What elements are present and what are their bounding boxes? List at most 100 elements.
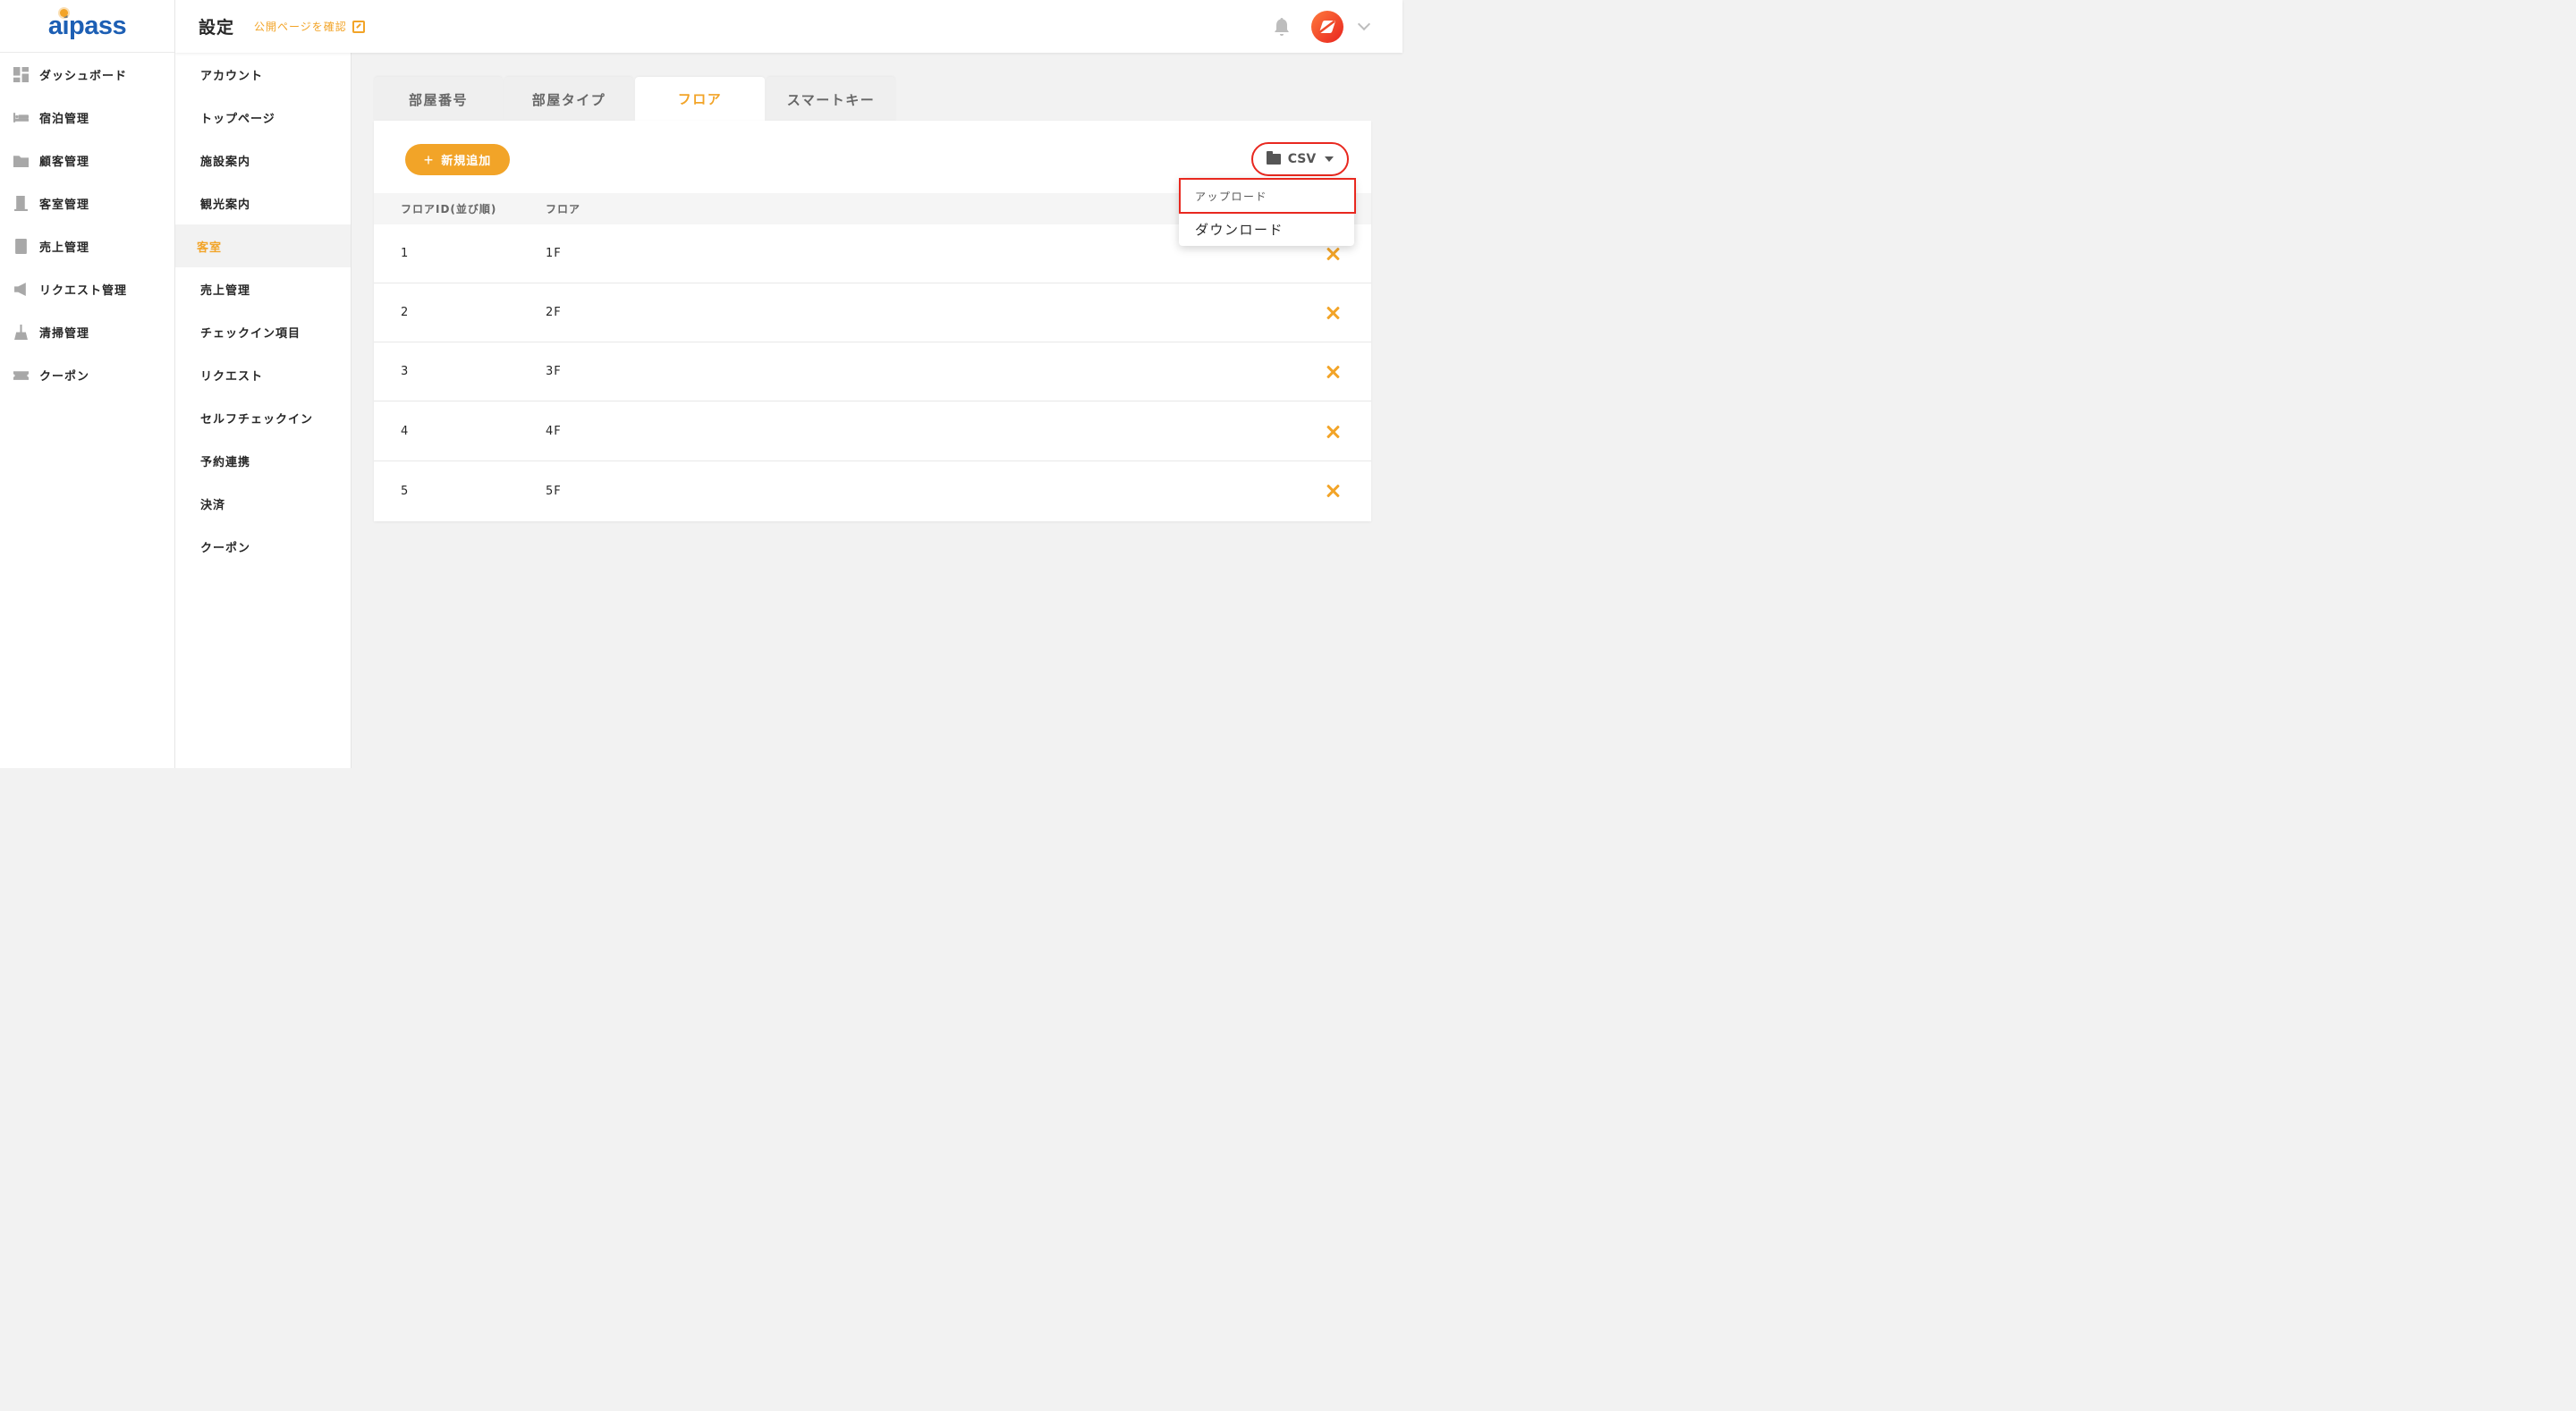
page-title: 設定 xyxy=(199,18,235,38)
top-header: 設定 公開ページを確認 xyxy=(175,0,1402,53)
subnav-item-label: チェックイン項目 xyxy=(200,326,301,341)
floor-cell: 5F xyxy=(546,484,562,498)
subnav-item-payment[interactable]: 決済 xyxy=(175,482,351,525)
floor-id-cell: 5 xyxy=(401,484,409,498)
subnav-item-coupons[interactable]: クーポン xyxy=(175,525,351,568)
floor-cell: 1F xyxy=(546,247,562,260)
csv-download-menu-item[interactable]: ダウンロード xyxy=(1179,214,1354,244)
sidebar-item-label: ダッシュボード xyxy=(39,69,128,83)
sidebar-item-label: 清掃管理 xyxy=(39,326,90,341)
door-icon xyxy=(13,195,29,211)
broom-icon xyxy=(13,324,29,340)
caret-down-icon xyxy=(1325,156,1335,162)
csv-download-label: ダウンロード xyxy=(1195,221,1284,238)
csv-upload-label: アップロード xyxy=(1195,190,1268,203)
sidebar-item-label: 客室管理 xyxy=(39,198,90,212)
delete-icon[interactable] xyxy=(1324,423,1342,441)
dashboard-icon xyxy=(13,66,29,82)
sidebar-item-stay[interactable]: 宿泊管理 xyxy=(0,96,174,139)
column-header-floor-id: フロアID(並び順) xyxy=(401,203,497,215)
subnav-item-top-page[interactable]: トップページ xyxy=(175,96,351,139)
customer-folder-icon xyxy=(13,153,29,167)
tab-floor[interactable]: フロア xyxy=(635,77,765,122)
subnav-item-label: トップページ xyxy=(200,112,275,126)
bell-icon[interactable] xyxy=(1274,18,1290,36)
megaphone-icon xyxy=(13,282,29,296)
sidebar-item-dashboard[interactable]: ダッシュボード xyxy=(0,53,174,96)
delete-icon[interactable] xyxy=(1324,482,1342,500)
tab-room-type[interactable]: 部屋タイプ xyxy=(504,77,633,122)
csv-upload-menu-item[interactable]: アップロード xyxy=(1179,178,1356,214)
subnav-item-self-checkin[interactable]: セルフチェックイン xyxy=(175,396,351,439)
sidebar-item-label: 顧客管理 xyxy=(39,155,90,169)
tab-room-number[interactable]: 部屋番号 xyxy=(374,77,503,122)
sidebar-item-coupons[interactable]: クーポン xyxy=(0,353,174,396)
subnav-item-label: リクエスト xyxy=(200,369,264,384)
left-sidebar: aipass ダッシュボード 宿泊管理 顧客管理 客室管理 売上管理 リクエスト… xyxy=(0,0,175,768)
plus-icon: + xyxy=(423,150,435,169)
subnav-item-label: 客室 xyxy=(197,241,223,255)
csv-label: CSV xyxy=(1287,152,1317,166)
public-page-link-label: 公開ページを確認 xyxy=(254,21,347,33)
folder-icon xyxy=(1266,151,1281,165)
sidebar-item-label: 売上管理 xyxy=(39,241,90,255)
add-new-button[interactable]: + 新規追加 xyxy=(405,144,510,175)
subnav-item-label: 売上管理 xyxy=(200,283,251,298)
subnav-item-label: セルフチェックイン xyxy=(200,412,314,427)
csv-dropdown-menu: アップロード ダウンロード xyxy=(1179,178,1356,246)
subnav-item-checkin-fields[interactable]: チェックイン項目 xyxy=(175,310,351,353)
sidebar-item-label: 宿泊管理 xyxy=(39,112,90,126)
ticket-icon xyxy=(13,368,29,382)
sidebar-item-cleaning[interactable]: 清掃管理 xyxy=(0,310,174,353)
delete-icon[interactable] xyxy=(1324,304,1342,322)
column-header-floor: フロア xyxy=(546,203,581,215)
tab-label: スマートキー xyxy=(786,91,876,108)
sidebar-item-customers[interactable]: 顧客管理 xyxy=(0,139,174,182)
sidebar-item-label: クーポン xyxy=(39,369,90,384)
tab-smart-key[interactable]: スマートキー xyxy=(767,77,895,122)
tab-label: フロア xyxy=(677,91,723,107)
csv-button[interactable]: CSV xyxy=(1251,142,1349,176)
subnav-item-label: 施設案内 xyxy=(200,155,251,169)
public-page-link[interactable]: 公開ページを確認 xyxy=(254,19,365,34)
subnav-item-reservation-link[interactable]: 予約連携 xyxy=(175,439,351,482)
external-link-icon xyxy=(352,20,365,33)
floor-id-cell: 2 xyxy=(401,306,409,319)
room-settings-tabs: 部屋番号 部屋タイプ フロア スマートキー xyxy=(374,77,897,122)
sidebar-item-rooms[interactable]: 客室管理 xyxy=(0,182,174,224)
subnav-item-label: 決済 xyxy=(200,498,226,512)
table-row[interactable]: 4 4F xyxy=(374,402,1371,461)
bed-icon xyxy=(13,110,29,124)
subnav-item-facility-guide[interactable]: 施設案内 xyxy=(175,139,351,182)
floor-id-cell: 1 xyxy=(401,247,409,260)
delete-icon[interactable] xyxy=(1324,363,1342,381)
sidebar-item-requests[interactable]: リクエスト管理 xyxy=(0,267,174,310)
table-row[interactable]: 5 5F xyxy=(374,461,1371,520)
avatar-logo-icon xyxy=(1318,21,1336,33)
delete-icon[interactable] xyxy=(1324,245,1342,263)
subnav-item-label: アカウント xyxy=(200,69,264,83)
subnav-item-label: クーポン xyxy=(200,541,251,555)
floor-id-cell: 4 xyxy=(401,425,409,438)
subnav-item-requests[interactable]: リクエスト xyxy=(175,353,351,396)
tab-label: 部屋番号 xyxy=(408,91,468,108)
subnav-item-sightseeing[interactable]: 観光案内 xyxy=(175,182,351,224)
subnav-item-sales[interactable]: 売上管理 xyxy=(175,267,351,310)
sidebar-item-sales[interactable]: 売上管理 xyxy=(0,224,174,267)
floor-id-cell: 3 xyxy=(401,365,409,378)
logo-text: aipass xyxy=(47,11,127,40)
add-new-label: 新規追加 xyxy=(441,154,492,167)
subnav-item-rooms[interactable]: 客室 xyxy=(175,224,351,267)
table-row[interactable]: 3 3F xyxy=(374,342,1371,401)
floor-cell: 2F xyxy=(546,306,562,319)
logo[interactable]: aipass xyxy=(0,0,174,53)
subnav-item-label: 予約連携 xyxy=(200,455,251,469)
subnav-item-account[interactable]: アカウント xyxy=(175,53,351,96)
sidebar-item-label: リクエスト管理 xyxy=(39,283,128,298)
logo-sun-icon xyxy=(60,9,68,17)
floor-cell: 4F xyxy=(546,425,562,438)
chevron-down-icon[interactable] xyxy=(1357,17,1371,31)
table-row[interactable]: 2 2F xyxy=(374,283,1371,342)
calculator-icon xyxy=(13,238,29,254)
avatar[interactable] xyxy=(1311,11,1343,43)
